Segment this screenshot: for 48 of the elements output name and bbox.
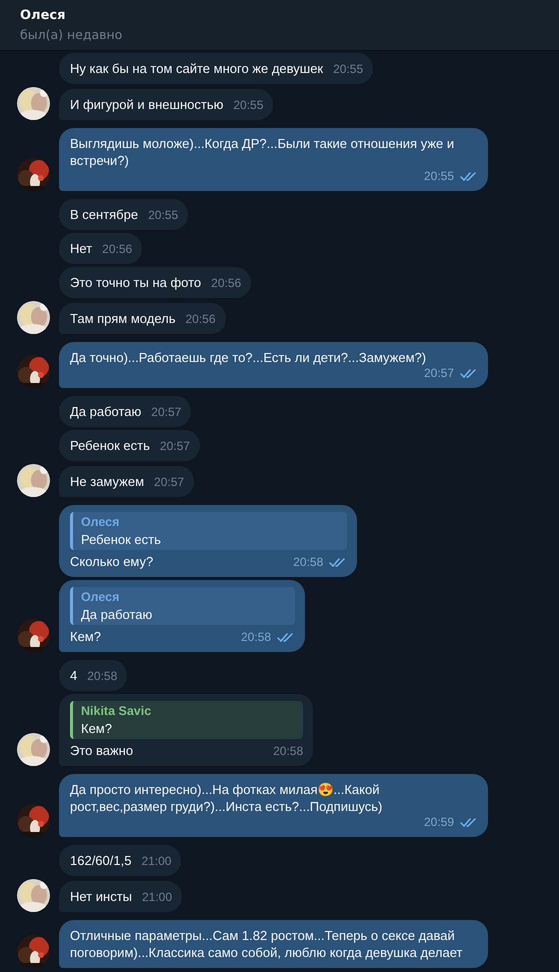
message-text: Нет инсты	[70, 888, 132, 905]
message-text: Ну как бы на том сайте много же девушек	[70, 60, 324, 77]
message-time: 20:56	[102, 242, 132, 257]
reply-quote[interactable]: Олеся Да работаю	[70, 587, 296, 625]
message-time: 20:55	[233, 98, 264, 113]
message-text: Это важно	[70, 742, 134, 759]
message-text: И фигурой и внешностью	[70, 96, 224, 113]
message-time: 20:55	[148, 208, 178, 223]
message-time: 20:56	[211, 276, 242, 291]
reply-text: Ребенок есть	[81, 531, 162, 548]
message-text: Сколько ему?	[70, 553, 154, 570]
message-time: 20:55	[333, 62, 364, 77]
reply-author: Олеся	[81, 589, 120, 606]
message-time: 20:57	[424, 366, 454, 381]
message-text: Кем?	[70, 628, 101, 645]
message-time: 20:58	[87, 669, 118, 684]
message-time: 20:57	[151, 405, 182, 420]
message-text: 162/60/1,5	[70, 852, 132, 869]
message-text: Там прям модель	[70, 310, 176, 327]
message-text: В сентябре	[70, 206, 138, 223]
reply-quote[interactable]: Олеся Ребенок есть	[70, 512, 348, 550]
reply-author: Олеся	[81, 514, 120, 531]
message-text: 4	[70, 667, 78, 684]
message-text: Да работаю	[70, 403, 142, 420]
message-text: Ребенок есть	[70, 437, 150, 454]
message-text: Нет	[70, 240, 92, 257]
message-time: 20:58	[293, 555, 324, 570]
message-time: 20:57	[160, 439, 190, 454]
reply-quote[interactable]: Nikita Savic Кем?	[70, 701, 304, 739]
message-time: 21:00	[141, 854, 172, 869]
message-time: 20:57	[154, 475, 184, 490]
message-time: 21:00	[142, 890, 172, 905]
message-text: Не замужем	[70, 473, 144, 490]
message-time: 20:55	[424, 169, 454, 184]
message-time: 20:59	[424, 815, 454, 830]
reply-author: Nikita Savic	[81, 703, 152, 720]
message-text: Да точно)...Работаешь где то?...Есть ли дети?...Замужем?)	[70, 349, 426, 366]
message-text: Отличные параметры...Сам 1.82 ростом...Теперь о сексе давай поговорим)...Классика само собой, люблю когда девушка делает	[70, 927, 464, 961]
reply-text: Кем?	[81, 720, 113, 737]
contact-name: Олеся	[20, 8, 66, 23]
message-time: 20:56	[185, 312, 216, 327]
message-text: Это точно ты на фото	[70, 274, 202, 291]
last-seen-status: был(а) недавно	[20, 27, 124, 42]
message-time: 20:58	[273, 744, 304, 759]
message-time: 20:58	[240, 630, 272, 645]
reply-text: Да работаю	[81, 606, 154, 623]
message-text: Выглядишь моложе)...Когда ДР?...Были такие отношения уже и встречи?)	[70, 135, 456, 169]
message-text: Да просто интересно)...На фотках милая😍...Какой рост,вес,размер груди?)...Инста есть?...Подпишусь)	[70, 781, 384, 815]
